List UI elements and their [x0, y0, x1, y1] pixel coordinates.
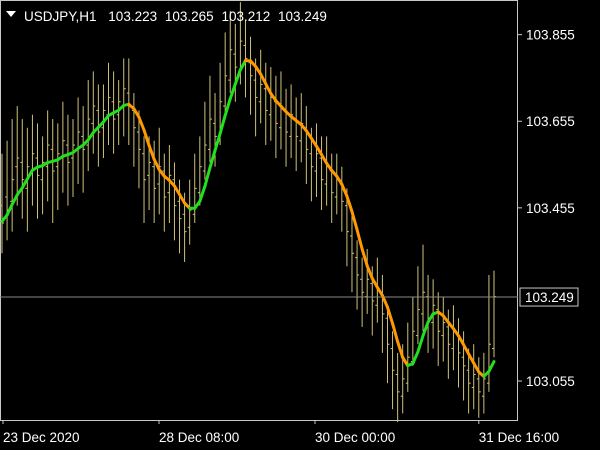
close-price: 103.249	[278, 9, 327, 24]
high-price: 103.265	[165, 9, 214, 24]
low-price: 103.212	[221, 9, 270, 24]
chart-background	[0, 0, 600, 450]
current-price-label: 103.249	[525, 290, 574, 305]
chart-header: USDJPY,H1 103.223 103.265 103.212 103.24…	[6, 9, 327, 24]
x-tick-label: 30 Dec 00:00	[315, 430, 395, 445]
svg-text:USDJPY,H1 103.223: USDJPY,H1 103.223 103.265 103.212 103.24…	[24, 9, 327, 24]
x-tick-label: 23 Dec 2020	[3, 430, 80, 445]
symbol-timeframe: USDJPY,H1	[24, 9, 97, 24]
current-price-badge: 103.249	[519, 287, 579, 307]
price-chart[interactable]: 103.855 103.655 103.455 103.055 103.249 23 …	[0, 0, 600, 450]
y-tick-label: 103.855	[526, 28, 575, 43]
x-tick-label: 28 Dec 08:00	[159, 430, 239, 445]
y-tick-label: 103.655	[526, 114, 575, 129]
x-tick-label: 31 Dec 16:00	[479, 430, 559, 445]
y-tick-label: 103.455	[526, 201, 575, 216]
y-tick-label: 103.055	[526, 374, 575, 389]
open-price: 103.223	[108, 9, 157, 24]
